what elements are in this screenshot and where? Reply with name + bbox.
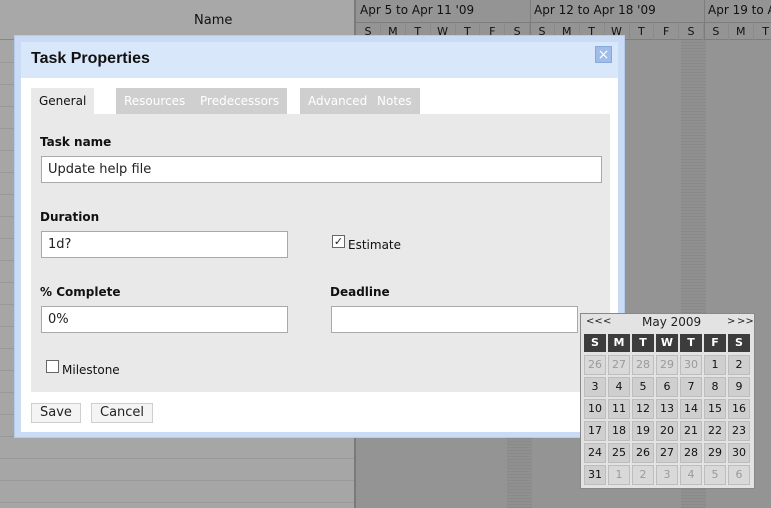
milestone-checkbox[interactable] — [46, 360, 59, 373]
deadline-label: Deadline — [330, 285, 390, 299]
weekday-header: T — [632, 334, 654, 352]
calendar-day[interactable]: 6 — [656, 377, 678, 397]
day-column-header: F — [654, 23, 680, 40]
calendar-day-adjacent[interactable]: 29 — [656, 355, 678, 375]
save-button[interactable]: Save — [31, 403, 81, 423]
duration-label: Duration — [40, 210, 100, 224]
task-properties-dialog: Task Properties × General Resources Pred… — [14, 35, 625, 438]
task-row-divider — [0, 458, 354, 459]
calendar-day[interactable]: 10 — [584, 399, 606, 419]
calendar-day[interactable]: 16 — [728, 399, 750, 419]
calendar-day[interactable]: 7 — [680, 377, 702, 397]
calendar-day[interactable]: 24 — [584, 443, 606, 463]
next-year-button[interactable]: >> — [737, 316, 754, 327]
calendar-day[interactable]: 23 — [728, 421, 750, 441]
calendar-day[interactable]: 13 — [656, 399, 678, 419]
week-label: Apr 12 to Apr 18 '09 — [534, 3, 656, 17]
percent-complete-input[interactable]: 0% — [41, 306, 288, 333]
task-row-divider — [0, 480, 354, 481]
day-column-header: S — [704, 23, 729, 40]
tab-advanced[interactable]: Advanced — [300, 88, 376, 114]
name-column-header[interactable]: Name — [0, 0, 354, 40]
calendar-day-adjacent[interactable]: 27 — [608, 355, 630, 375]
prev-month-button[interactable]: < — [603, 316, 611, 327]
calendar-day-adjacent[interactable]: 5 — [704, 465, 726, 485]
weekday-header: S — [728, 334, 750, 352]
day-column-header: M — [729, 23, 754, 40]
calendar-day[interactable]: 29 — [704, 443, 726, 463]
weekday-header: W — [656, 334, 678, 352]
calendar-day[interactable]: 12 — [632, 399, 654, 419]
tab-notes[interactable]: Notes — [369, 88, 420, 114]
calendar-day[interactable]: 21 — [680, 421, 702, 441]
weekday-header: T — [680, 334, 702, 352]
calendar-day-adjacent[interactable]: 2 — [632, 465, 654, 485]
tab-predecessors[interactable]: Predecessors — [192, 88, 288, 114]
day-column-header: T — [629, 23, 655, 40]
calendar-day-adjacent[interactable]: 30 — [680, 355, 702, 375]
general-tab-panel: Task name Update help file Duration 1d? … — [31, 114, 610, 392]
calendar-day[interactable]: 3 — [584, 377, 606, 397]
calendar-day[interactable]: 8 — [704, 377, 726, 397]
calendar-day[interactable]: 11 — [608, 399, 630, 419]
date-picker-header: << < May 2009 > >> — [581, 314, 754, 332]
calendar-day[interactable]: 27 — [656, 443, 678, 463]
calendar-day-adjacent[interactable]: 28 — [632, 355, 654, 375]
calendar-day[interactable]: 9 — [728, 377, 750, 397]
deadline-input[interactable] — [331, 306, 578, 333]
weekday-header: M — [608, 334, 630, 352]
calendar-day-adjacent[interactable]: 26 — [584, 355, 606, 375]
calendar-day[interactable]: 5 — [632, 377, 654, 397]
next-month-button[interactable]: > — [727, 316, 735, 327]
dialog-titlebar[interactable]: Task Properties × — [21, 42, 618, 78]
tab-general[interactable]: General — [31, 88, 95, 115]
calendar-day[interactable]: 20 — [656, 421, 678, 441]
calendar-day[interactable]: 4 — [608, 377, 630, 397]
calendar-day[interactable]: 28 — [680, 443, 702, 463]
percent-complete-label: % Complete — [40, 285, 121, 299]
calendar-day-adjacent[interactable]: 3 — [656, 465, 678, 485]
milestone-label: Milestone — [62, 363, 120, 377]
weekday-header: F — [704, 334, 726, 352]
dialog-title: Task Properties — [31, 50, 150, 67]
task-row-divider — [0, 502, 354, 503]
estimate-checkbox[interactable]: ✓ — [332, 235, 345, 248]
day-column-header: T — [754, 23, 771, 40]
task-name-input[interactable]: Update help file — [41, 156, 602, 183]
dialog-body: Task Properties × General Resources Pred… — [21, 42, 618, 432]
weekday-header: S — [584, 334, 606, 352]
tab-resources[interactable]: Resources — [116, 88, 194, 114]
prev-year-button[interactable]: << — [586, 316, 603, 327]
calendar-day[interactable]: 19 — [632, 421, 654, 441]
calendar-day[interactable]: 18 — [608, 421, 630, 441]
month-year-title: May 2009 — [642, 315, 702, 329]
calendar-day[interactable]: 26 — [632, 443, 654, 463]
cancel-button[interactable]: Cancel — [91, 403, 154, 423]
name-column-label: Name — [194, 13, 233, 28]
calendar-day[interactable]: 17 — [584, 421, 606, 441]
calendar-day[interactable]: 22 — [704, 421, 726, 441]
close-icon[interactable]: × — [595, 46, 612, 63]
calendar-day-adjacent[interactable]: 6 — [728, 465, 750, 485]
week-label: Apr 5 to Apr 11 '09 — [360, 3, 475, 17]
week-label: Apr 19 to Ap — [708, 3, 771, 17]
day-column-header: S — [679, 23, 705, 40]
calendar-day[interactable]: 1 — [704, 355, 726, 375]
estimate-label: Estimate — [348, 238, 402, 252]
calendar-day-adjacent[interactable]: 1 — [608, 465, 630, 485]
calendar-day[interactable]: 2 — [728, 355, 750, 375]
calendar-day[interactable]: 14 — [680, 399, 702, 419]
calendar-day[interactable]: 15 — [704, 399, 726, 419]
date-picker: << < May 2009 > >> S M T W T F S 26 27 28 29 30 1 2 3 4… — [580, 313, 755, 489]
calendar-day-adjacent[interactable]: 4 — [680, 465, 702, 485]
calendar-day[interactable]: 30 — [728, 443, 750, 463]
duration-input[interactable]: 1d? — [41, 231, 288, 258]
task-name-label: Task name — [40, 135, 112, 149]
calendar-day[interactable]: 31 — [584, 465, 606, 485]
calendar-day[interactable]: 25 — [608, 443, 630, 463]
